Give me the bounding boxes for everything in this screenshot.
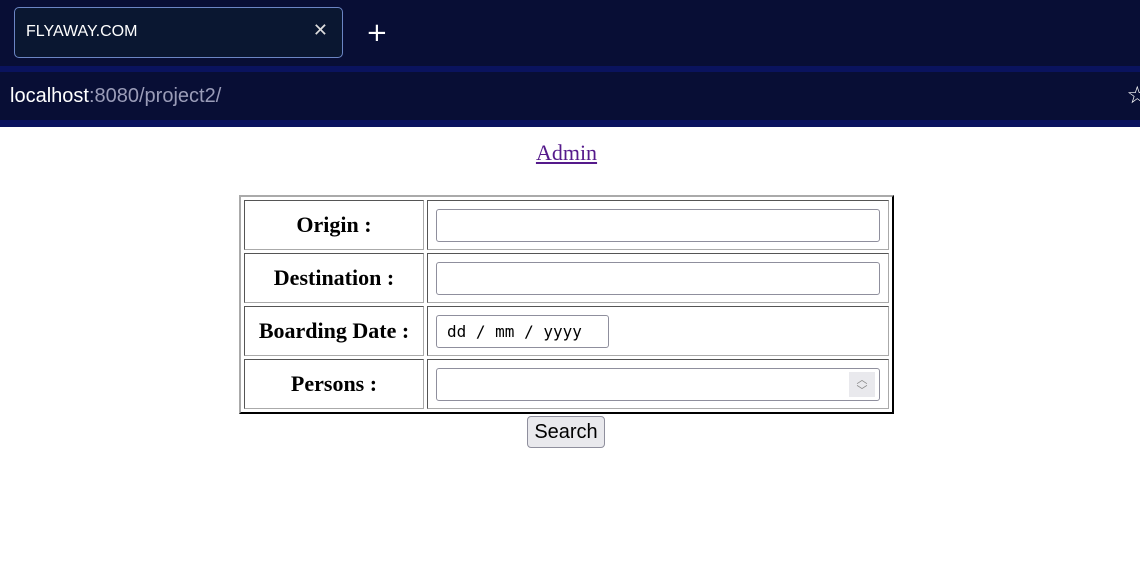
search-form-table: Origin : Destination : Boarding Date : d… <box>239 195 894 414</box>
origin-cell <box>427 200 889 250</box>
divider <box>0 120 1140 127</box>
close-icon[interactable]: ✕ <box>313 20 328 41</box>
new-tab-plus-icon[interactable]: + <box>366 16 388 50</box>
address-bar[interactable]: localhost:8080/project2/ ☆ <box>0 72 1140 120</box>
persons-label: Persons : <box>244 359 424 409</box>
table-row: Boarding Date : dd / mm / yyyy <box>244 306 889 356</box>
persons-field: ︿ ﹀ <box>436 367 880 401</box>
url-text[interactable]: localhost:8080/project2/ <box>10 85 221 108</box>
admin-link[interactable]: Admin <box>536 140 597 165</box>
tab-bar: FLYAWAY.COM ✕ + <box>0 0 1140 66</box>
boarding-date-label: Boarding Date : <box>244 306 424 356</box>
boarding-date-input[interactable]: dd / mm / yyyy <box>436 314 609 348</box>
bookmark-star-icon[interactable]: ☆ <box>1126 81 1140 109</box>
admin-link-container: Admin <box>0 140 1133 166</box>
tab-title: FLYAWAY.COM <box>26 23 138 40</box>
search-button[interactable]: Search <box>527 416 605 448</box>
origin-label: Origin : <box>244 200 424 250</box>
table-row: Persons : ︿ ﹀ <box>244 359 889 409</box>
tab-flyaway[interactable]: FLYAWAY.COM ✕ <box>14 7 343 58</box>
url-path: :8080/project2/ <box>88 85 222 107</box>
spinner-icon[interactable]: ︿ ﹀ <box>849 371 875 397</box>
destination-label: Destination : <box>244 253 424 303</box>
destination-cell <box>427 253 889 303</box>
origin-input[interactable] <box>436 208 880 242</box>
boarding-date-cell: dd / mm / yyyy <box>427 306 889 356</box>
persons-input[interactable] <box>436 367 880 401</box>
persons-cell: ︿ ﹀ <box>427 359 889 409</box>
url-host: localhost <box>10 85 89 107</box>
table-row: Destination : <box>244 253 889 303</box>
table-row: Origin : <box>244 200 889 250</box>
destination-input[interactable] <box>436 261 880 295</box>
